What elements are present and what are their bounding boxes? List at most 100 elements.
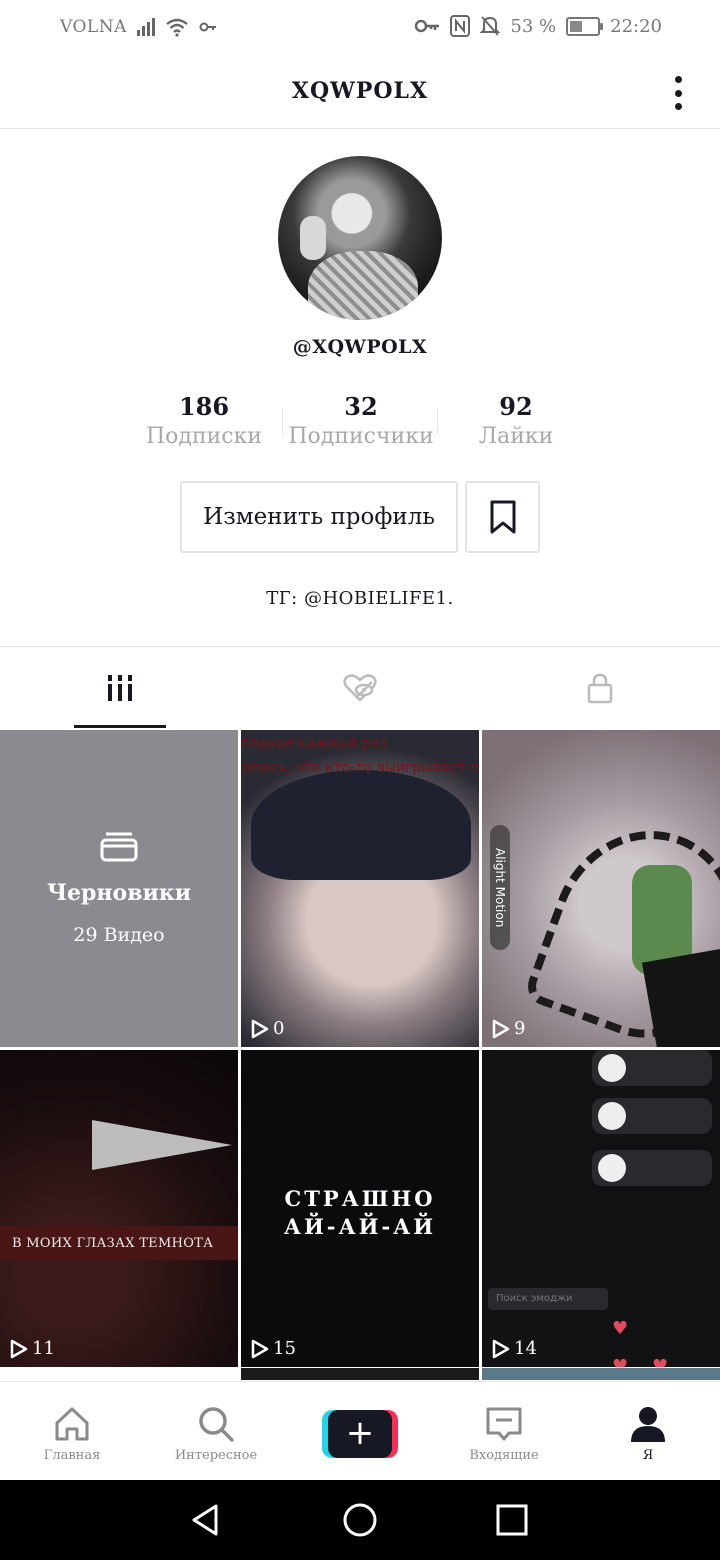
system-nav-bar — [0, 1480, 720, 1560]
battery-percent: 53 % — [510, 15, 557, 37]
drafts-title: Черновики — [46, 880, 192, 906]
videos-grid-icon — [108, 675, 132, 701]
video-tile[interactable]: СТРАШНО АЙ-АЙ-АЙ 15 — [241, 1050, 479, 1367]
avatar-shirt — [308, 251, 418, 320]
stat-following[interactable]: 186 Подписки — [124, 392, 284, 452]
view-count-value: 9 — [514, 1018, 526, 1039]
drafts-icon — [100, 832, 138, 862]
bookmark-icon — [490, 500, 515, 534]
play-icon — [251, 1339, 269, 1358]
thumbnail-shard — [92, 1120, 232, 1170]
home-icon — [55, 1407, 89, 1441]
favorites-button[interactable] — [465, 481, 540, 553]
bio-text: ТГ: @HOBIELIFE1. — [266, 588, 454, 609]
drafts-tile[interactable]: Черновики 29 Видео — [0, 730, 238, 1047]
view-count-value: 15 — [273, 1338, 296, 1359]
view-count: 0 — [251, 1018, 284, 1039]
status-bar: VOLNA 53 % 22:20 — [0, 0, 720, 56]
nav-home[interactable]: Главная — [0, 1382, 144, 1481]
back-icon[interactable] — [186, 1500, 226, 1540]
status-left: VOLNA — [60, 17, 217, 37]
play-icon — [492, 1019, 510, 1038]
dot-icon — [674, 89, 682, 97]
clock: 22:20 — [610, 15, 662, 37]
view-count: 9 — [492, 1018, 525, 1039]
more-options-button[interactable] — [670, 76, 686, 110]
video-tile[interactable]: В МОИХ ГЛАЗАХ ТЕМНОТА 11 — [0, 1050, 238, 1367]
video-tile[interactable]: Поиск эмоджи ♥ ♥ ♥ 14 — [482, 1050, 720, 1367]
recents-icon[interactable] — [492, 1500, 532, 1540]
overlay-line: деюсь, что кто-то выигрывает его — [241, 760, 479, 776]
stat-likes-value: 92 — [499, 392, 533, 421]
profile-header: XQWPOLX — [0, 56, 720, 129]
view-count: 15 — [251, 1338, 296, 1359]
view-count: 11 — [10, 1338, 55, 1359]
bottom-nav: Главная Интересное + Входящие Я — [0, 1381, 720, 1481]
stat-likes-label: Лайки — [478, 424, 554, 449]
nav-discover-label: Интересное — [174, 1448, 258, 1463]
stat-followers-label: Подписчики — [288, 424, 434, 449]
stat-followers[interactable]: 32 Подписчики — [281, 392, 441, 452]
key-icon — [415, 19, 440, 33]
tab-videos[interactable] — [0, 647, 240, 729]
voice-play-icon — [598, 1154, 626, 1182]
header-title: XQWPOLX — [291, 78, 429, 104]
stat-followers-value: 32 — [344, 392, 378, 421]
tab-liked[interactable] — [240, 647, 480, 729]
search-icon — [199, 1407, 234, 1442]
status-right: 53 % 22:20 — [414, 15, 662, 37]
next-row-peek — [482, 1368, 720, 1380]
voice-message-bubble — [592, 1150, 712, 1186]
mute-icon — [480, 16, 501, 36]
avatar[interactable] — [278, 156, 442, 320]
nav-discover[interactable]: Интересное — [144, 1382, 288, 1481]
stat-likes[interactable]: 92 Лайки — [436, 392, 596, 452]
voice-message-bubble — [592, 1050, 712, 1086]
overlay-line: СТРАШНО — [284, 1186, 436, 1211]
plus-icon: + — [328, 1410, 392, 1458]
dot-icon — [674, 76, 682, 83]
liked-hidden-icon — [343, 674, 377, 702]
nav-inbox-label: Входящие — [469, 1448, 539, 1463]
carrier-label: VOLNA — [60, 17, 127, 37]
heart-emoji-icon: ♥ — [612, 1318, 629, 1339]
overlay-line: АЙ-АЙ-АЙ — [283, 1214, 437, 1239]
active-tab-indicator — [74, 725, 166, 728]
view-count-value: 14 — [514, 1338, 537, 1359]
nav-inbox[interactable]: Входящие — [432, 1382, 576, 1481]
avatar-hand — [300, 216, 326, 260]
watermark-label: Alight Motion — [490, 825, 510, 950]
video-overlay-text: В МОИХ ГЛАЗАХ ТЕМНОТА — [0, 1226, 238, 1260]
heart-emoji-icon: ♥ — [612, 1356, 629, 1367]
private-lock-icon — [587, 673, 613, 704]
edit-profile-button[interactable]: Изменить профиль — [180, 481, 458, 553]
video-tile[interactable]: Alight Motion 9 — [482, 730, 720, 1047]
stat-following-label: Подписки — [145, 424, 263, 449]
create-video-button[interactable]: + — [322, 1410, 398, 1458]
tab-private[interactable] — [480, 647, 720, 729]
heart-emoji-icon: ♥ — [652, 1356, 669, 1367]
dot-icon — [674, 103, 682, 110]
profile-tabs — [0, 646, 720, 729]
nav-home-label: Главная — [43, 1448, 101, 1463]
inbox-icon — [486, 1407, 522, 1441]
play-icon — [10, 1339, 28, 1358]
voice-play-icon — [598, 1102, 626, 1130]
nfc-icon — [450, 15, 471, 37]
view-count-value: 0 — [273, 1018, 285, 1039]
video-overlay-text: плакал каждый раз деюсь, что кто-то выиг… — [241, 732, 479, 780]
video-tile[interactable]: плакал каждый раз деюсь, что кто-то выиг… — [241, 730, 479, 1047]
nav-profile[interactable]: Я — [576, 1382, 720, 1481]
battery-icon — [566, 16, 604, 36]
home-circle-icon[interactable] — [340, 1500, 380, 1540]
wifi-icon — [166, 18, 188, 37]
voice-play-icon — [598, 1054, 626, 1082]
overlay-line: плакал каждый раз — [241, 736, 387, 752]
signal-icon — [136, 18, 155, 36]
play-icon — [251, 1019, 269, 1038]
view-count-value: 11 — [32, 1338, 55, 1359]
vpn-key-icon — [199, 22, 216, 32]
video-overlay-text: СТРАШНО АЙ-АЙ-АЙ — [241, 1185, 479, 1241]
thumbnail-sleeve — [641, 948, 720, 1047]
username: @XQWPOLX — [292, 336, 428, 358]
